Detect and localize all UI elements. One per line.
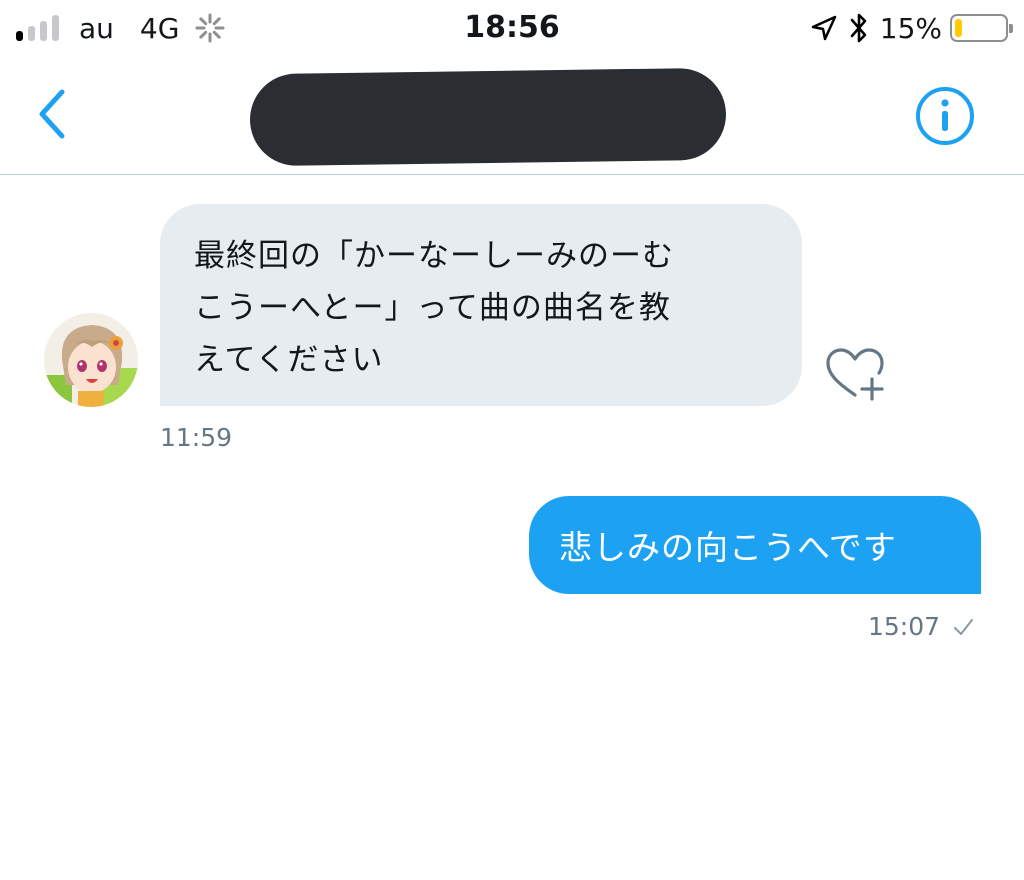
battery-percent: 15% (879, 11, 942, 45)
status-bar: au 4G 18:56 15% (0, 0, 1024, 56)
heart-plus-icon[interactable] (822, 345, 888, 403)
received-timestamp: 11:59 (160, 423, 233, 452)
bluetooth-icon (850, 13, 867, 43)
sent-message-text: 悲しみの向こうへです (559, 528, 897, 567)
avatar[interactable] (44, 313, 138, 407)
sent-timestamp-row: 15:07 (868, 612, 974, 641)
contact-name-redacted (249, 67, 727, 167)
received-message-text: 最終回の「かーなーしーみのーむ こうーへとー」って曲の曲名を教 えてください (194, 238, 674, 378)
received-message-bubble[interactable]: 最終回の「かーなーしーみのーむ こうーへとー」って曲の曲名を教 えてください (160, 204, 802, 406)
avatar-image (44, 313, 138, 407)
info-icon[interactable] (914, 85, 976, 147)
checkmark-icon (954, 618, 973, 635)
location-arrow-icon (811, 15, 837, 41)
back-button[interactable] (30, 84, 78, 144)
battery-icon (950, 14, 1013, 42)
status-bar-right: 15% (810, 10, 1013, 46)
conversation-header (0, 56, 1024, 175)
sent-timestamp: 15:07 (867, 612, 940, 641)
sent-message-bubble[interactable]: 悲しみの向こうへです (529, 496, 981, 594)
battery-level-fill (955, 19, 962, 37)
